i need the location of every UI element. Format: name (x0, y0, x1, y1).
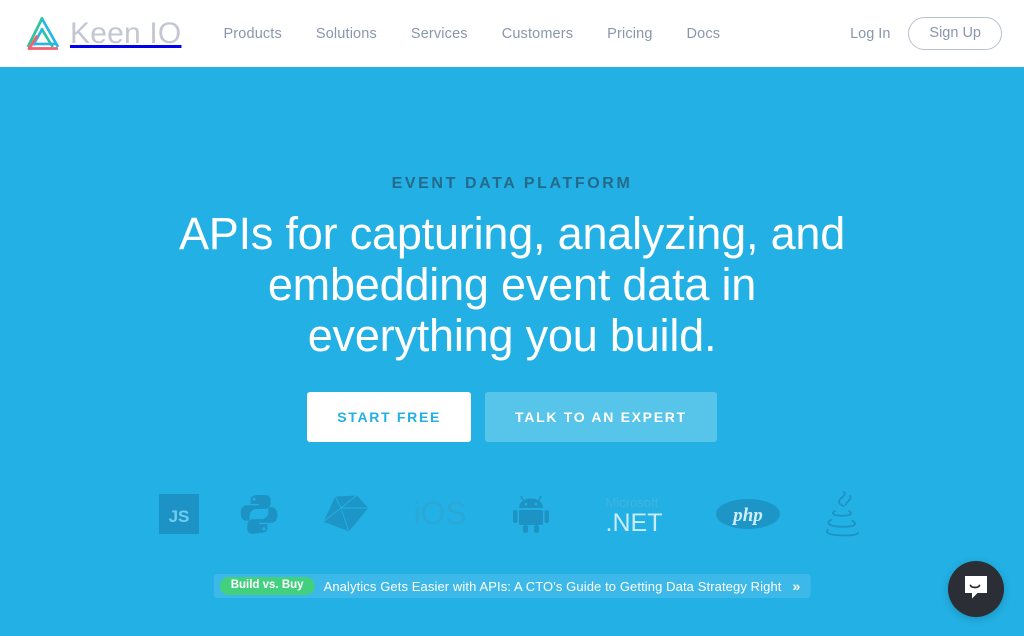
nav-item-services[interactable]: Services (411, 26, 468, 42)
ios-icon: iOS (409, 488, 471, 540)
ruby-icon (319, 488, 371, 540)
svg-text:.NET: .NET (606, 509, 663, 537)
keen-triangle-logo-icon (22, 15, 62, 53)
java-icon (819, 488, 865, 540)
login-link[interactable]: Log In (850, 26, 890, 42)
javascript-icon: JS (159, 488, 199, 540)
brand-logo-link[interactable]: Keen IO (22, 15, 181, 53)
hero-headline: APIs for capturing, analyzing, and embed… (178, 208, 846, 361)
technology-logo-row: JS iOS Microsoft˙ .NET php (159, 488, 859, 540)
site-header: Keen IO Products Solutions Services Cust… (0, 0, 1024, 67)
header-actions: Log In Sign Up (850, 17, 1002, 50)
nav-item-solutions[interactable]: Solutions (316, 26, 377, 42)
talk-to-expert-button[interactable]: TALK TO AN EXPERT (485, 391, 717, 442)
python-icon (237, 488, 281, 540)
nav-item-pricing[interactable]: Pricing (607, 26, 652, 42)
page-root: Keen IO Products Solutions Services Cust… (0, 0, 1024, 636)
php-icon: php (715, 488, 781, 540)
chat-bubble-smile-icon (962, 573, 990, 606)
svg-text:JS: JS (169, 507, 190, 526)
nav-item-customers[interactable]: Customers (502, 26, 573, 42)
banner-text: Analytics Gets Easier with APIs: A CTO's… (323, 578, 782, 594)
primary-navigation: Products Solutions Services Customers Pr… (223, 26, 720, 42)
brand-wordmark: Keen IO (70, 16, 182, 50)
nav-item-docs[interactable]: Docs (687, 26, 721, 42)
signup-button[interactable]: Sign Up (908, 17, 1002, 50)
svg-text:php: php (731, 505, 763, 526)
promo-banner[interactable]: Build vs. Buy Analytics Gets Easier with… (213, 574, 811, 598)
hero-eyebrow: EVENT DATA PLATFORM (391, 175, 633, 192)
banner-arrow-icon: » (792, 578, 801, 594)
dotnet-icon: Microsoft˙ .NET (591, 488, 677, 540)
nav-item-products[interactable]: Products (223, 26, 281, 42)
start-free-button[interactable]: START FREE (307, 391, 472, 442)
chat-launcher-button[interactable] (948, 561, 1004, 617)
hero-section: EVENT DATA PLATFORM APIs for capturing, … (0, 67, 1024, 636)
android-icon (509, 488, 553, 540)
banner-badge: Build vs. Buy (219, 576, 315, 596)
hero-cta-row: START FREE TALK TO AN EXPERT (307, 391, 717, 442)
svg-text:Microsoft˙: Microsoft˙ (605, 495, 662, 510)
svg-text:iOS: iOS (413, 495, 466, 531)
